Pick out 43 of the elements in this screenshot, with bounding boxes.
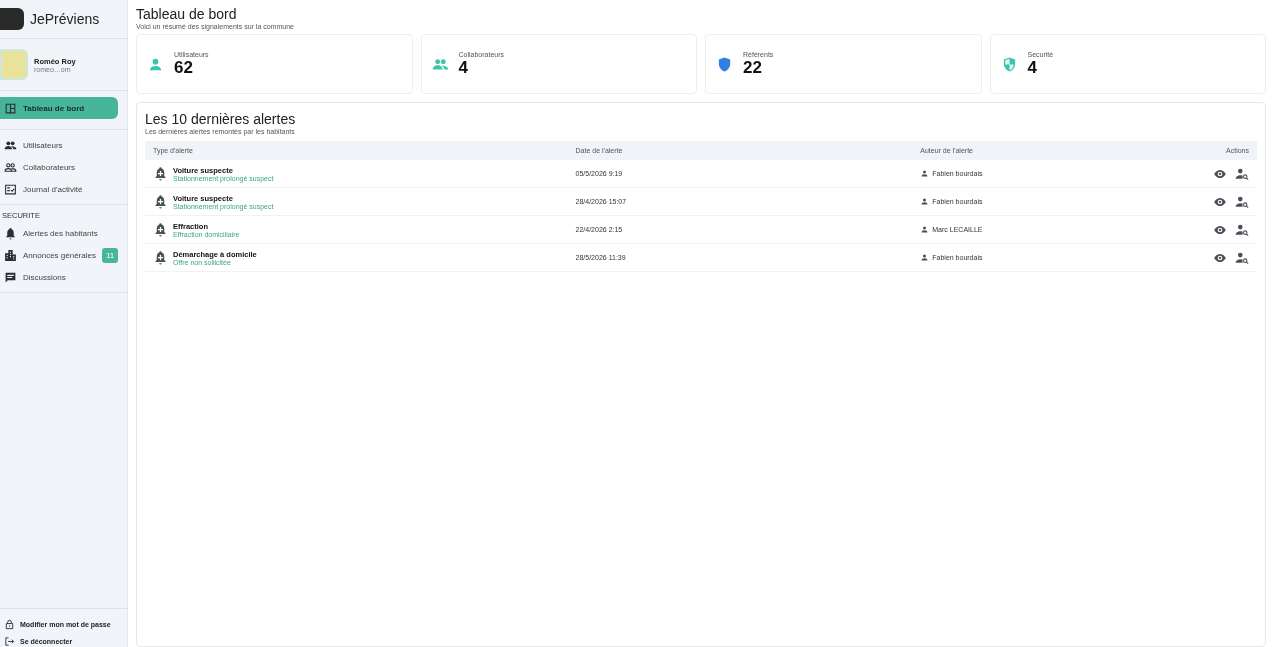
user-search-icon (1235, 222, 1249, 237)
nav-item[interactable]: Discussions (0, 266, 127, 288)
nav-item[interactable]: Tableau de bord (0, 97, 118, 119)
checklist-icon (4, 182, 17, 196)
dashboard-icon (4, 101, 17, 115)
nav-item[interactable]: Journal d'activité (0, 178, 127, 200)
bell-plus-icon (153, 222, 168, 237)
user-search-icon (1235, 194, 1249, 209)
bell-plus-icon (153, 194, 168, 209)
shield-icon (716, 55, 733, 73)
logout-icon (4, 636, 15, 647)
stat-value: 4 (458, 57, 469, 78)
stat-value: 4 (1027, 57, 1038, 78)
chat-icon (4, 270, 17, 284)
panel-title: Les 10 dernières alertes (145, 111, 297, 127)
count-badge: 11 (101, 247, 119, 263)
user-icon (920, 169, 930, 178)
nav-item[interactable]: Alertes des habitants (0, 222, 127, 244)
lock-icon (4, 619, 15, 630)
users-outline-icon (4, 160, 17, 174)
avatar-placeholder (0, 49, 28, 80)
user-search-button[interactable] (1235, 166, 1249, 181)
user-icon (920, 197, 930, 206)
nav-item[interactable]: Annonces générales 11 (0, 244, 127, 266)
users-icon (4, 138, 17, 152)
nav-item[interactable]: Utilisateurs (0, 134, 127, 156)
bell-plus-icon (153, 166, 168, 181)
nav-item[interactable]: Collaborateurs (0, 156, 127, 178)
user-search-button[interactable] (1235, 222, 1249, 237)
user-icon (920, 253, 930, 262)
stat-value: 22 (743, 57, 763, 78)
user-search-button[interactable] (1235, 194, 1249, 209)
user-search-icon (1235, 166, 1249, 181)
logo-icon (0, 8, 24, 30)
building-icon (4, 248, 17, 262)
bell-icon (4, 226, 17, 240)
bell-plus-icon (153, 250, 168, 265)
user-search-button[interactable] (1235, 250, 1249, 265)
stat-value: 62 (174, 57, 194, 78)
user-search-icon (1235, 250, 1249, 265)
brand-name: JePréviens (30, 11, 100, 27)
page-title: Tableau de bord (136, 6, 238, 22)
user-icon (920, 225, 930, 234)
